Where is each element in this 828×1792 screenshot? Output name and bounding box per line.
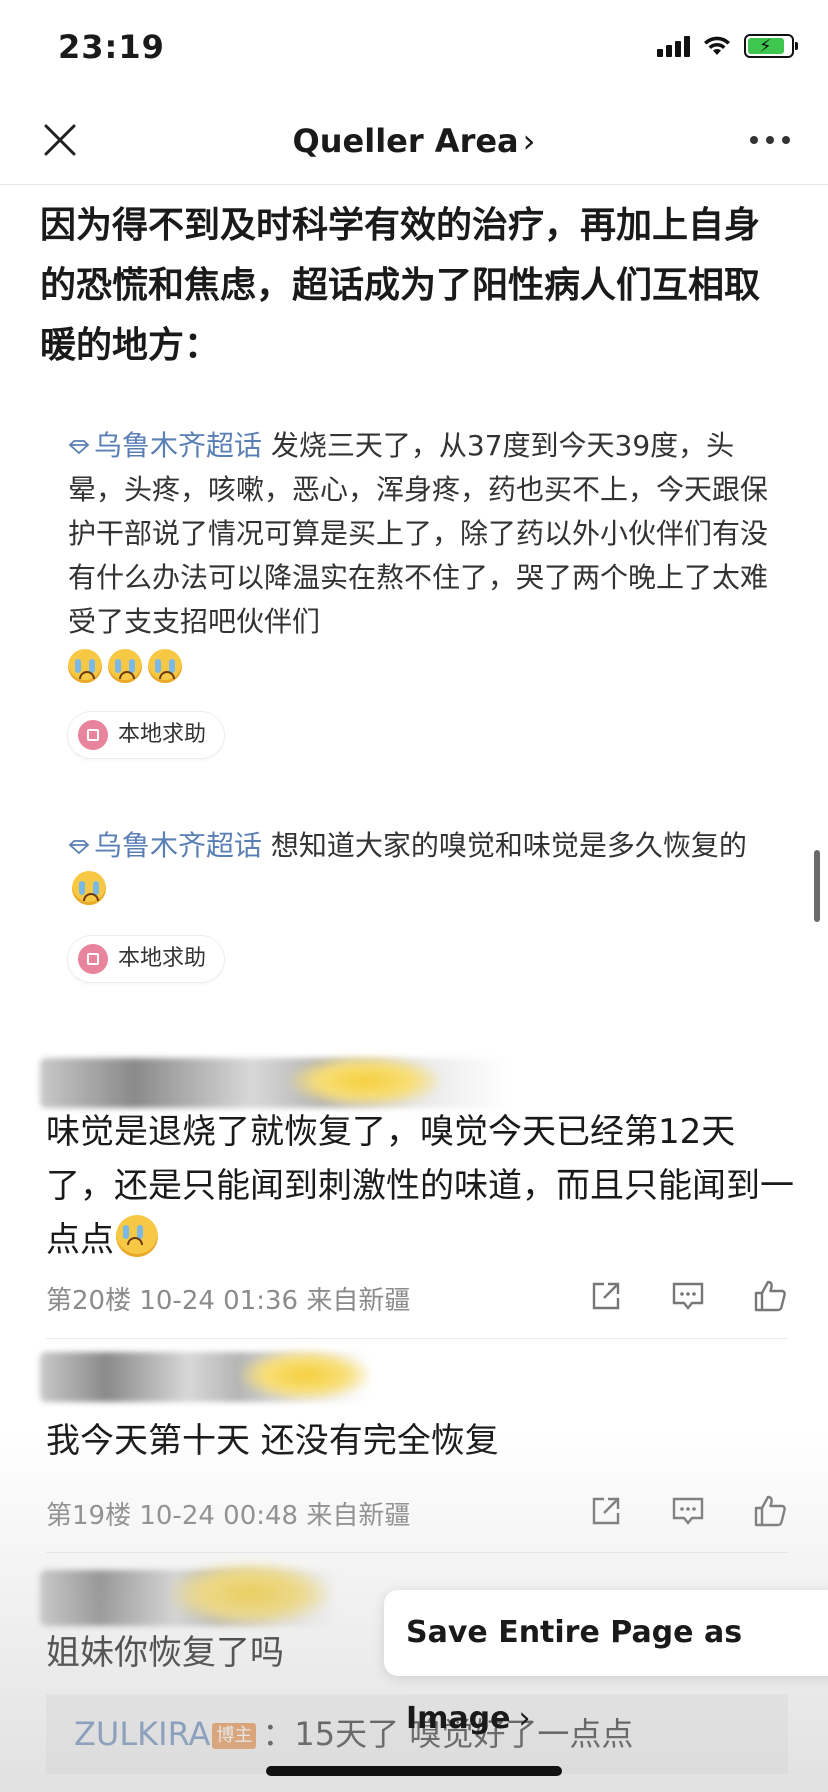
comment-meta: 第19楼 10-24 00:48 来自新疆 [46,1501,411,1531]
emoji-row [68,646,768,690]
comment-text: 味觉是退烧了就恢复了，嗅觉今天已经第12天了，还是只能闻到刺激性的味道，而且只能… [46,1105,796,1267]
quoted-post-text: 想知道大家的嗅觉和味觉是多久恢复的 [262,829,747,862]
nav-bar: Queller Area › [0,96,828,185]
wifi-icon [704,36,730,55]
supertopic-diamond-icon [68,440,90,454]
page-title-text[interactable]: Queller Area [293,122,519,160]
crying-face-icon [72,871,106,905]
home-indicator[interactable] [266,1766,562,1776]
quoted-post-2: 乌鲁木齐超话 想知道大家的嗅觉和味觉是多久恢复的 本地求助 [68,824,768,987]
local-help-label: 本地求助 [118,946,207,971]
comment-actions [588,1278,788,1314]
status-icons: ⚡ [657,34,798,58]
chevron-right-icon: › [522,122,536,160]
blurred-avatar [170,1562,330,1626]
crying-face-icon [116,1215,158,1257]
blurred-avatar [240,1350,370,1400]
local-help-chip[interactable]: 本地求助 [68,936,225,982]
comment-icon[interactable] [670,1493,706,1529]
local-help-label: 本地求助 [118,722,207,747]
help-icon [78,944,108,974]
like-icon[interactable] [752,1493,788,1529]
divider [46,1338,788,1339]
blurred-avatar [290,1056,440,1106]
local-help-chip[interactable]: 本地求助 [68,712,225,758]
comment-meta: 第20楼 10-24 01:36 来自新疆 [46,1286,411,1316]
more-options-icon[interactable] [750,136,790,144]
article-headline: 因为得不到及时科学有效的治疗，再加上自身的恐慌和焦虑，超话成为了阳性病人们互相取… [40,205,761,366]
quoted-post-body: 乌鲁木齐超话 发烧三天了，从37度到今天39度，头晕，头疼，咳嗽，恶心，浑身疼，… [68,424,768,644]
page-title[interactable]: Queller Area › [0,122,828,160]
supertopic-diamond-icon [68,840,90,854]
comment-actions [588,1493,788,1529]
crying-face-icon [68,649,102,683]
status-bar: 23:19 ⚡ [0,0,828,96]
help-icon [78,720,108,750]
save-page-as-image-button[interactable]: Save Entire Page as Image › [384,1590,828,1736]
chevron-right-icon: › [518,1701,531,1736]
supertopic-tag[interactable]: 乌鲁木齐超话 [94,429,262,462]
share-icon[interactable] [588,1493,624,1529]
reply-username[interactable]: ZULKIRA [74,1715,210,1753]
battery-icon: ⚡ [744,34,798,58]
comment-text-content: 味觉是退烧了就恢复了，嗅觉今天已经第12天了，还是只能闻到刺激性的味道，而且只能… [46,1112,794,1260]
divider [46,1552,788,1553]
quoted-post-body: 乌鲁木齐超话 想知道大家的嗅觉和味觉是多久恢复的 [68,824,768,912]
status-time: 23:19 [58,28,165,66]
comment-text: 我今天第十天 还没有完全恢复 [46,1421,499,1461]
supertopic-tag[interactable]: 乌鲁木齐超话 [94,829,262,862]
quoted-post-1: 乌鲁木齐超话 发烧三天了，从37度到今天39度，头晕，头疼，咳嗽，恶心，浑身疼，… [68,424,768,763]
comment-icon[interactable] [670,1278,706,1314]
cellular-signal-icon [657,35,690,57]
crying-face-icon [148,649,182,683]
crying-face-icon [108,649,142,683]
scrollbar[interactable] [814,850,820,922]
like-icon[interactable] [752,1278,788,1314]
author-badge: 博主 [212,1723,257,1749]
share-icon[interactable] [588,1278,624,1314]
